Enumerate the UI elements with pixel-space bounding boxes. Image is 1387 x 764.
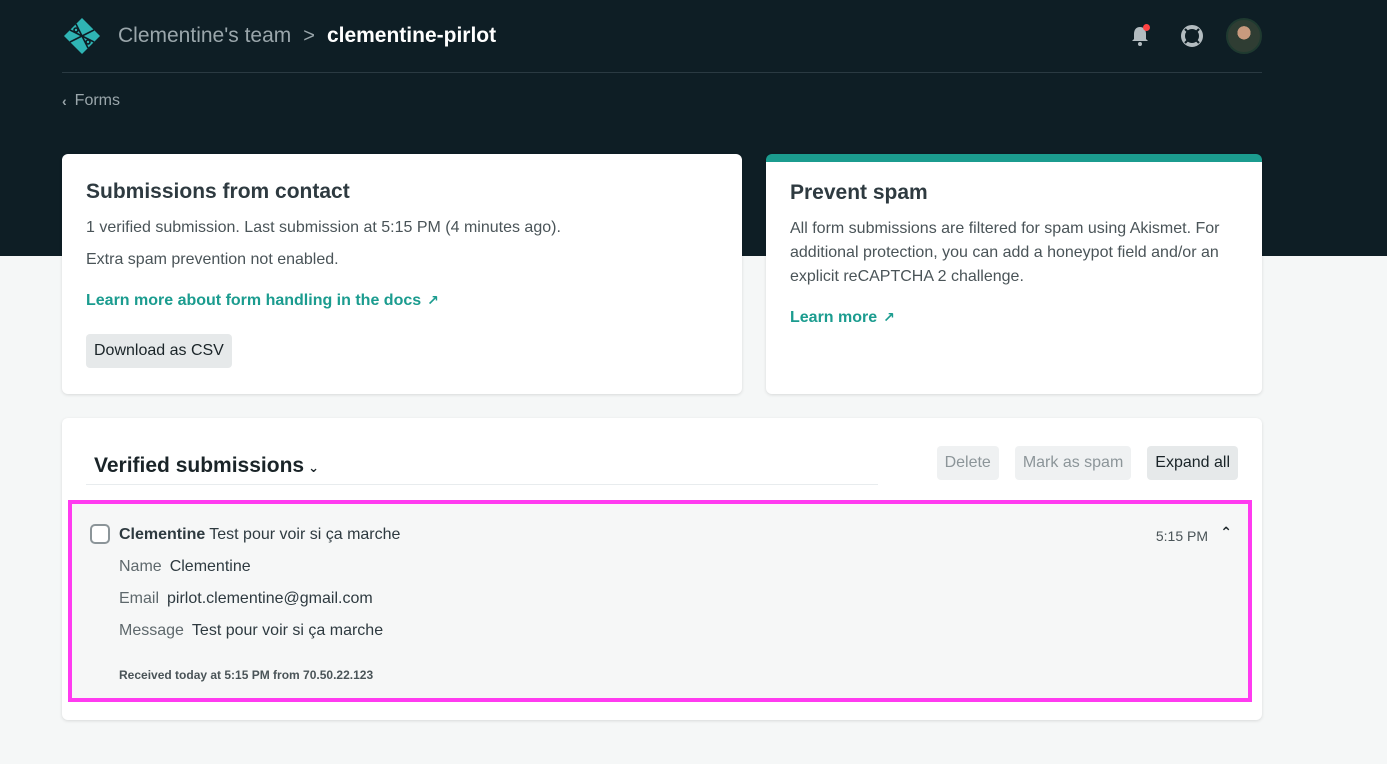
received-info: Received today at 5:15 PM from 70.50.22.… xyxy=(119,668,374,682)
select-checkbox[interactable] xyxy=(90,524,110,544)
learn-more-label: Learn more xyxy=(790,309,878,326)
field-email: Email pirlot.clementine@gmail.com xyxy=(119,590,373,608)
learn-more-link[interactable]: Learn more ↗ xyxy=(790,309,895,327)
header-actions xyxy=(1106,18,1262,54)
back-link-label: Forms xyxy=(74,92,120,109)
avatar xyxy=(1226,18,1262,54)
field-key: Message xyxy=(119,622,184,639)
submissions-title: Submissions from contact xyxy=(86,180,350,203)
submitter-name: Clementine xyxy=(119,526,206,543)
support-button[interactable] xyxy=(1174,18,1210,54)
submission-preview: Test pour voir si ça marche xyxy=(209,526,401,543)
top-header: Clementine's team > clementine-pirlot xyxy=(62,0,1262,73)
prevent-spam-body: All form submissions are filtered for sp… xyxy=(790,220,1220,285)
prevent-spam-card: Prevent spam All form submissions are fi… xyxy=(766,154,1262,394)
submissions-list-card: Verified submissions ⌄ Delete Mark as spa… xyxy=(62,418,1262,720)
notifications-button[interactable] xyxy=(1122,18,1158,54)
submission-title: Clementine Test pour voir si ça marche xyxy=(119,526,400,544)
field-key: Name xyxy=(119,558,162,575)
list-header: Verified submissions ⌄ Delete Mark as spa… xyxy=(86,446,1238,486)
expand-all-button[interactable]: Expand all xyxy=(1147,446,1238,480)
notification-dot xyxy=(1143,24,1150,31)
divider xyxy=(86,484,878,485)
list-actions: Delete Mark as spam Expand all xyxy=(921,446,1238,480)
chevron-up-icon[interactable]: ⌃ xyxy=(1220,524,1232,541)
support-icon xyxy=(1181,25,1203,47)
submission-time: 5:15 PM xyxy=(1155,528,1208,544)
submissions-summary: 1 verified submission. Last submission a… xyxy=(86,219,561,236)
breadcrumb-team[interactable]: Clementine's team xyxy=(118,24,291,48)
submissions-filter-dropdown[interactable]: Verified submissions ⌄ xyxy=(94,454,319,478)
submissions-card: Submissions from contact 1 verified subm… xyxy=(62,154,742,394)
chevron-down-icon: ⌄ xyxy=(308,460,319,475)
breadcrumb-separator: > xyxy=(303,24,315,47)
spam-status-text: Extra spam prevention not enabled. xyxy=(86,251,339,268)
external-arrow-icon: ↗ xyxy=(883,309,895,325)
user-menu-button[interactable] xyxy=(1226,18,1262,54)
docs-link[interactable]: Learn more about form handling in the do… xyxy=(86,292,439,310)
field-name: Name Clementine xyxy=(119,558,251,576)
list-title-label: Verified submissions xyxy=(94,454,305,477)
delete-button[interactable]: Delete xyxy=(936,446,999,480)
field-value: Clementine xyxy=(169,558,251,575)
back-to-forms-link[interactable]: ‹ Forms xyxy=(62,92,120,110)
field-value: pirlot.clementine@gmail.com xyxy=(167,590,373,607)
external-arrow-icon: ↗ xyxy=(427,292,439,308)
netlify-logo-icon[interactable] xyxy=(62,16,102,56)
field-message: Message Test pour voir si ça marche xyxy=(119,622,383,640)
docs-link-label: Learn more about form handling in the do… xyxy=(86,292,422,309)
field-value: Test pour voir si ça marche xyxy=(191,622,384,639)
prevent-spam-title: Prevent spam xyxy=(790,181,928,204)
mark-as-spam-button[interactable]: Mark as spam xyxy=(1014,446,1132,480)
chevron-left-icon: ‹ xyxy=(62,93,67,109)
submission-row[interactable]: Clementine Test pour voir si ça marche 5:… xyxy=(68,500,1252,702)
breadcrumb-site[interactable]: clementine-pirlot xyxy=(327,24,496,48)
field-key: Email xyxy=(119,590,160,607)
download-csv-button[interactable]: Download as CSV xyxy=(86,334,232,368)
